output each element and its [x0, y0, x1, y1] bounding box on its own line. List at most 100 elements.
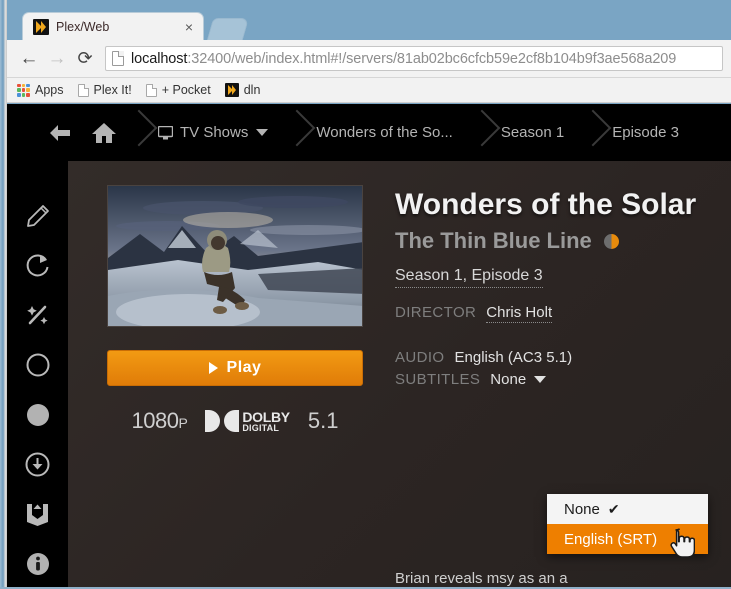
breadcrumb-label: Episode 3: [612, 124, 679, 141]
sidebar-item-mark-unwatched[interactable]: [16, 340, 60, 390]
audio-value[interactable]: English (AC3 5.1): [455, 349, 573, 366]
dropdown-option-label: None: [564, 500, 600, 518]
breadcrumb-back-button[interactable]: [40, 123, 80, 143]
dropdown-option-label: English (SRT): [564, 530, 658, 548]
browser-tab[interactable]: Plex/Web ×: [22, 12, 204, 40]
url-host: localhost: [131, 50, 188, 67]
resolution-badge: 1080P: [132, 408, 188, 434]
thumbnail-artwork: [108, 186, 362, 326]
bookmark-plex-it[interactable]: Plex It!: [77, 83, 132, 97]
new-tab-button[interactable]: [206, 18, 250, 40]
bookmark-dln[interactable]: dln: [224, 83, 261, 97]
chevron-down-icon: [534, 376, 547, 384]
url-text: localhost:32400/web/index.html#!/servers…: [131, 51, 676, 67]
breadcrumb-separator: [578, 104, 598, 161]
subtitles-label: SUBTITLES: [395, 371, 481, 389]
arrow-left-icon: [50, 124, 70, 141]
sidebar-item-mark-watched[interactable]: [16, 390, 60, 440]
dropdown-option-none[interactable]: None ✔: [547, 494, 708, 524]
dropdown-option-english-srt[interactable]: English (SRT): [547, 524, 708, 554]
episode-summary: Brian reveals msy as an a ride to the to…: [395, 567, 731, 589]
audio-row: AUDIO English (AC3 5.1): [395, 349, 731, 366]
breadcrumb-home-button[interactable]: [84, 121, 124, 145]
episode-metadata: Wonders of the Solar The Thin Blue Line …: [395, 187, 731, 388]
url-path: :32400/web/index.html#!/servers/81ab02bc…: [187, 50, 677, 67]
bookmark-doc-icon: [77, 83, 89, 97]
dolby-digital-badge: DOLBY DIGITAL: [205, 410, 290, 433]
reload-icon[interactable]: ⟳: [71, 45, 99, 73]
subtitles-dropdown-trigger[interactable]: None: [490, 371, 547, 389]
episode-title-row: The Thin Blue Line: [395, 228, 731, 254]
subtitles-row: SUBTITLES None: [395, 371, 731, 388]
close-icon[interactable]: ×: [181, 20, 197, 34]
episode-title: The Thin Blue Line: [395, 228, 592, 254]
chevron-down-icon: [256, 129, 269, 136]
breadcrumb-item-episode[interactable]: Episode 3: [598, 124, 693, 141]
audio-channels-badge: 5.1: [307, 408, 339, 433]
page-document-icon: [112, 51, 124, 66]
media-badges: 1080P DOLBY DIGITAL 5.1: [107, 404, 363, 438]
tab-title: Plex/Web: [56, 19, 110, 34]
circle-filled-icon: [26, 403, 49, 426]
address-bar[interactable]: localhost:32400/web/index.html#!/servers…: [105, 46, 723, 71]
home-icon: [92, 122, 116, 143]
dolby-text: DOLBY DIGITAL: [242, 410, 290, 433]
bookmark-label: Apps: [35, 83, 64, 97]
breadcrumb-item-season[interactable]: Season 1: [487, 124, 578, 141]
monitor-icon: [158, 125, 173, 139]
play-button-label: Play: [226, 359, 262, 376]
breadcrumb-separator: [124, 104, 144, 161]
breadcrumb-label: Season 1: [500, 124, 565, 141]
bookmark-label: dln: [243, 83, 261, 97]
apps-grid-icon: [17, 83, 30, 97]
dolby-line2: DIGITAL: [242, 422, 280, 433]
breadcrumb-label: TV Shows: [180, 124, 249, 141]
download-circle-icon: [25, 452, 50, 477]
bookmark-apps[interactable]: Apps: [17, 83, 64, 97]
pencil-icon: [26, 204, 49, 227]
inbox-download-icon: [27, 503, 48, 526]
back-icon[interactable]: ←: [15, 45, 43, 73]
resolution-suffix: P: [178, 415, 188, 431]
refresh-icon: [26, 254, 48, 277]
breadcrumb-item-show[interactable]: Wonders of the So...: [302, 124, 466, 141]
partially-watched-icon: [603, 233, 619, 249]
breadcrumb-separator: [467, 104, 487, 161]
check-icon: ✔: [607, 500, 620, 517]
page-viewport: TV Shows Wonders of the So... Season 1 E…: [7, 104, 731, 589]
play-triangle-icon: [208, 362, 218, 374]
plex-icon: [224, 83, 239, 97]
breadcrumb-separator: [282, 104, 302, 161]
audio-label: AUDIO: [395, 349, 445, 367]
bookmark-label: + Pocket: [161, 83, 211, 97]
sidebar-item-fix-match[interactable]: [16, 291, 60, 341]
dolby-double-d-icon: [205, 410, 240, 432]
bookmark-doc-icon: [145, 83, 157, 97]
forward-icon[interactable]: →: [43, 45, 71, 73]
bookmarks-bar: Apps Plex It! + Pocket dln: [7, 78, 731, 103]
info-circle-icon: [26, 553, 49, 576]
episode-detail-pane: Play 1080P DOLBY DIGITAL 5.1 Wonders of …: [68, 161, 731, 589]
plex-icon: [33, 18, 49, 35]
season-episode-link[interactable]: Season 1, Episode 3: [395, 267, 543, 289]
sidebar-item-info[interactable]: [16, 539, 60, 589]
bookmark-label: Plex It!: [93, 83, 132, 97]
subtitles-selected-value: None: [490, 371, 527, 389]
action-sidebar: [7, 161, 68, 589]
plex-breadcrumb-bar: TV Shows Wonders of the So... Season 1 E…: [7, 104, 731, 161]
window-left-border: [0, 0, 7, 589]
sidebar-item-refresh[interactable]: [16, 241, 60, 291]
episode-thumbnail[interactable]: [107, 185, 363, 327]
play-button[interactable]: Play: [107, 350, 363, 386]
browser-window: Plex/Web × ← → ⟳ localhost:32400/web/ind…: [0, 0, 731, 589]
sidebar-item-download[interactable]: [16, 440, 60, 490]
sidebar-item-edit[interactable]: [16, 191, 60, 241]
director-label: DIRECTOR: [395, 304, 477, 322]
breadcrumb-item-tv-shows[interactable]: TV Shows: [144, 124, 282, 141]
subtitles-dropdown-menu[interactable]: None ✔ English (SRT): [547, 494, 708, 554]
tab-strip: Plex/Web ×: [0, 0, 731, 40]
magic-wand-icon: [26, 306, 48, 325]
director-value[interactable]: Chris Holt: [486, 304, 553, 324]
sidebar-item-sync[interactable]: [16, 490, 60, 540]
bookmark-pocket[interactable]: + Pocket: [145, 83, 211, 97]
